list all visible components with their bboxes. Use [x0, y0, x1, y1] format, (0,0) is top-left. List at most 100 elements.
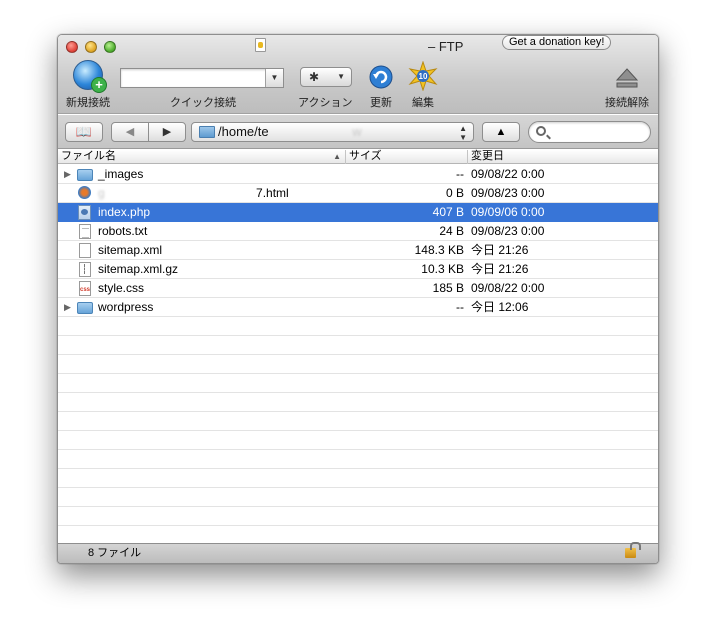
archive-file-icon	[79, 262, 91, 277]
empty-row	[58, 507, 658, 526]
path-obscured-text: w	[352, 124, 362, 139]
file-list[interactable]: ▶ _images -- 09/08/22 0:00 g 7.html 0 B …	[58, 165, 658, 545]
path-text: /home/te	[218, 124, 269, 139]
toolbar: – FTP Get a donation key! 新規接続 ▼ クイック接続 …	[58, 35, 658, 114]
svg-text:10: 10	[419, 72, 428, 81]
file-name: _images	[98, 167, 144, 181]
file-size: 407 B	[432, 205, 464, 219]
refresh-label[interactable]: 更新	[370, 94, 392, 110]
column-size-label: サイズ	[349, 150, 382, 162]
parent-directory-button[interactable]: ▲	[482, 122, 520, 142]
file-size: --	[456, 300, 464, 314]
document-proxy-icon[interactable]	[255, 38, 266, 52]
file-size: 185 B	[432, 281, 464, 295]
file-date: 09/08/22 0:00	[471, 281, 545, 295]
file-size: --	[456, 167, 464, 181]
empty-row	[58, 355, 658, 374]
file-date: 09/08/23 0:00	[471, 224, 545, 238]
edit-icon[interactable]: 10	[408, 61, 438, 91]
back-arrow-icon: ◀	[125, 126, 135, 138]
book-icon: 📖	[75, 124, 93, 139]
empty-row	[58, 393, 658, 412]
new-connection-icon[interactable]	[73, 60, 107, 93]
search-input[interactable]	[551, 124, 646, 140]
window-controls	[66, 41, 116, 53]
column-header-date[interactable]: 変更日	[468, 150, 658, 164]
folder-icon	[77, 302, 93, 314]
refresh-icon[interactable]	[368, 62, 394, 90]
back-button[interactable]: ◀	[111, 122, 149, 142]
file-row-sitemap-gz[interactable]: sitemap.xml.gz 10.3 KB 今日 21:26	[58, 260, 658, 279]
status-bar: 8 ファイル	[58, 542, 658, 563]
css-file-icon	[79, 281, 91, 296]
disclosure-triangle-icon[interactable]: ▶	[64, 165, 71, 183]
column-name-label: ファイル名	[61, 150, 116, 162]
file-name: g 7.html	[98, 184, 289, 202]
empty-row	[58, 469, 658, 488]
lock-open-icon[interactable]	[625, 542, 641, 558]
edit-label[interactable]: 編集	[412, 94, 434, 110]
empty-row	[58, 336, 658, 355]
disconnect-label[interactable]: 接続解除	[605, 94, 649, 110]
folder-icon	[199, 126, 215, 138]
navigation-bar: 📖 ◀ ▶ /home/te w ▲ ▼ ▲	[58, 115, 658, 149]
search-icon	[536, 126, 546, 136]
file-name: wordpress	[98, 300, 154, 314]
file-row-index-php[interactable]: index.php 407 B 09/09/06 0:00	[58, 203, 658, 222]
file-size: 24 B	[439, 224, 464, 238]
file-row-style-css[interactable]: style.css 185 B 09/08/22 0:00	[58, 279, 658, 298]
search-field[interactable]	[528, 121, 651, 143]
updown-chevron-icon: ▲ ▼	[459, 124, 467, 142]
column-header-size[interactable]: サイズ	[346, 150, 468, 164]
minimize-window-button[interactable]	[85, 41, 97, 53]
forward-button[interactable]: ▶	[148, 122, 186, 142]
file-row-robots[interactable]: robots.txt 24 B 09/08/23 0:00	[58, 222, 658, 241]
column-header-name[interactable]: ファイル名 ▲	[58, 150, 346, 164]
file-name: style.css	[98, 281, 145, 295]
chevron-down-icon[interactable]: ▼	[265, 69, 283, 87]
file-size: 10.3 KB	[421, 262, 464, 276]
file-date: 今日 21:26	[471, 243, 529, 257]
close-window-button[interactable]	[66, 41, 78, 53]
php-file-icon	[78, 205, 91, 220]
file-date: 今日 21:26	[471, 262, 529, 276]
empty-row	[58, 412, 658, 431]
quick-connect-label: クイック接続	[170, 97, 236, 109]
quick-connect-combobox[interactable]: ▼	[120, 68, 284, 88]
file-row-sitemap-xml[interactable]: sitemap.xml 148.3 KB 今日 21:26	[58, 241, 658, 260]
file-date: 09/09/06 0:00	[471, 205, 545, 219]
column-date-label: 変更日	[471, 150, 504, 162]
new-connection-label[interactable]: 新規接続	[66, 94, 110, 110]
file-size: 0 B	[445, 186, 464, 200]
sort-ascending-icon: ▲	[333, 152, 341, 161]
column-header: ファイル名 ▲ サイズ 変更日	[58, 150, 658, 164]
file-date: 今日 12:06	[471, 300, 529, 314]
html-file-icon	[78, 186, 91, 199]
bookmarks-button[interactable]: 📖	[65, 122, 103, 142]
file-name: index.php	[98, 205, 151, 219]
file-date: 09/08/22 0:00	[471, 167, 545, 181]
disclosure-triangle-icon[interactable]: ▶	[64, 298, 71, 316]
file-count-label: 8 ファイル	[88, 547, 142, 559]
ftp-window: – FTP Get a donation key! 新規接続 ▼ クイック接続 …	[57, 34, 659, 564]
folder-icon	[77, 169, 93, 181]
path-select[interactable]: /home/te w ▲ ▼	[191, 122, 474, 142]
donation-button[interactable]: Get a donation key!	[502, 35, 612, 50]
empty-row	[58, 317, 658, 336]
file-name: sitemap.xml	[98, 243, 163, 257]
empty-row	[58, 374, 658, 393]
action-menu-button[interactable]: ✱ ▼	[300, 67, 352, 87]
file-name: sitemap.xml.gz	[98, 262, 179, 276]
eject-icon[interactable]	[615, 66, 639, 90]
file-name: robots.txt	[98, 224, 148, 238]
file-row-html[interactable]: g 7.html 0 B 09/08/23 0:00	[58, 184, 658, 203]
quick-connect-input[interactable]	[121, 69, 265, 87]
file-name-visible: 7.html	[256, 186, 289, 200]
file-size: 148.3 KB	[414, 243, 464, 257]
zoom-window-button[interactable]	[104, 41, 116, 53]
file-icon	[79, 243, 91, 258]
file-row-images[interactable]: ▶ _images -- 09/08/22 0:00	[58, 165, 658, 184]
file-row-wordpress[interactable]: ▶ wordpress -- 今日 12:06	[58, 298, 658, 317]
forward-arrow-icon: ▶	[162, 126, 172, 138]
action-label: アクション	[298, 97, 353, 109]
